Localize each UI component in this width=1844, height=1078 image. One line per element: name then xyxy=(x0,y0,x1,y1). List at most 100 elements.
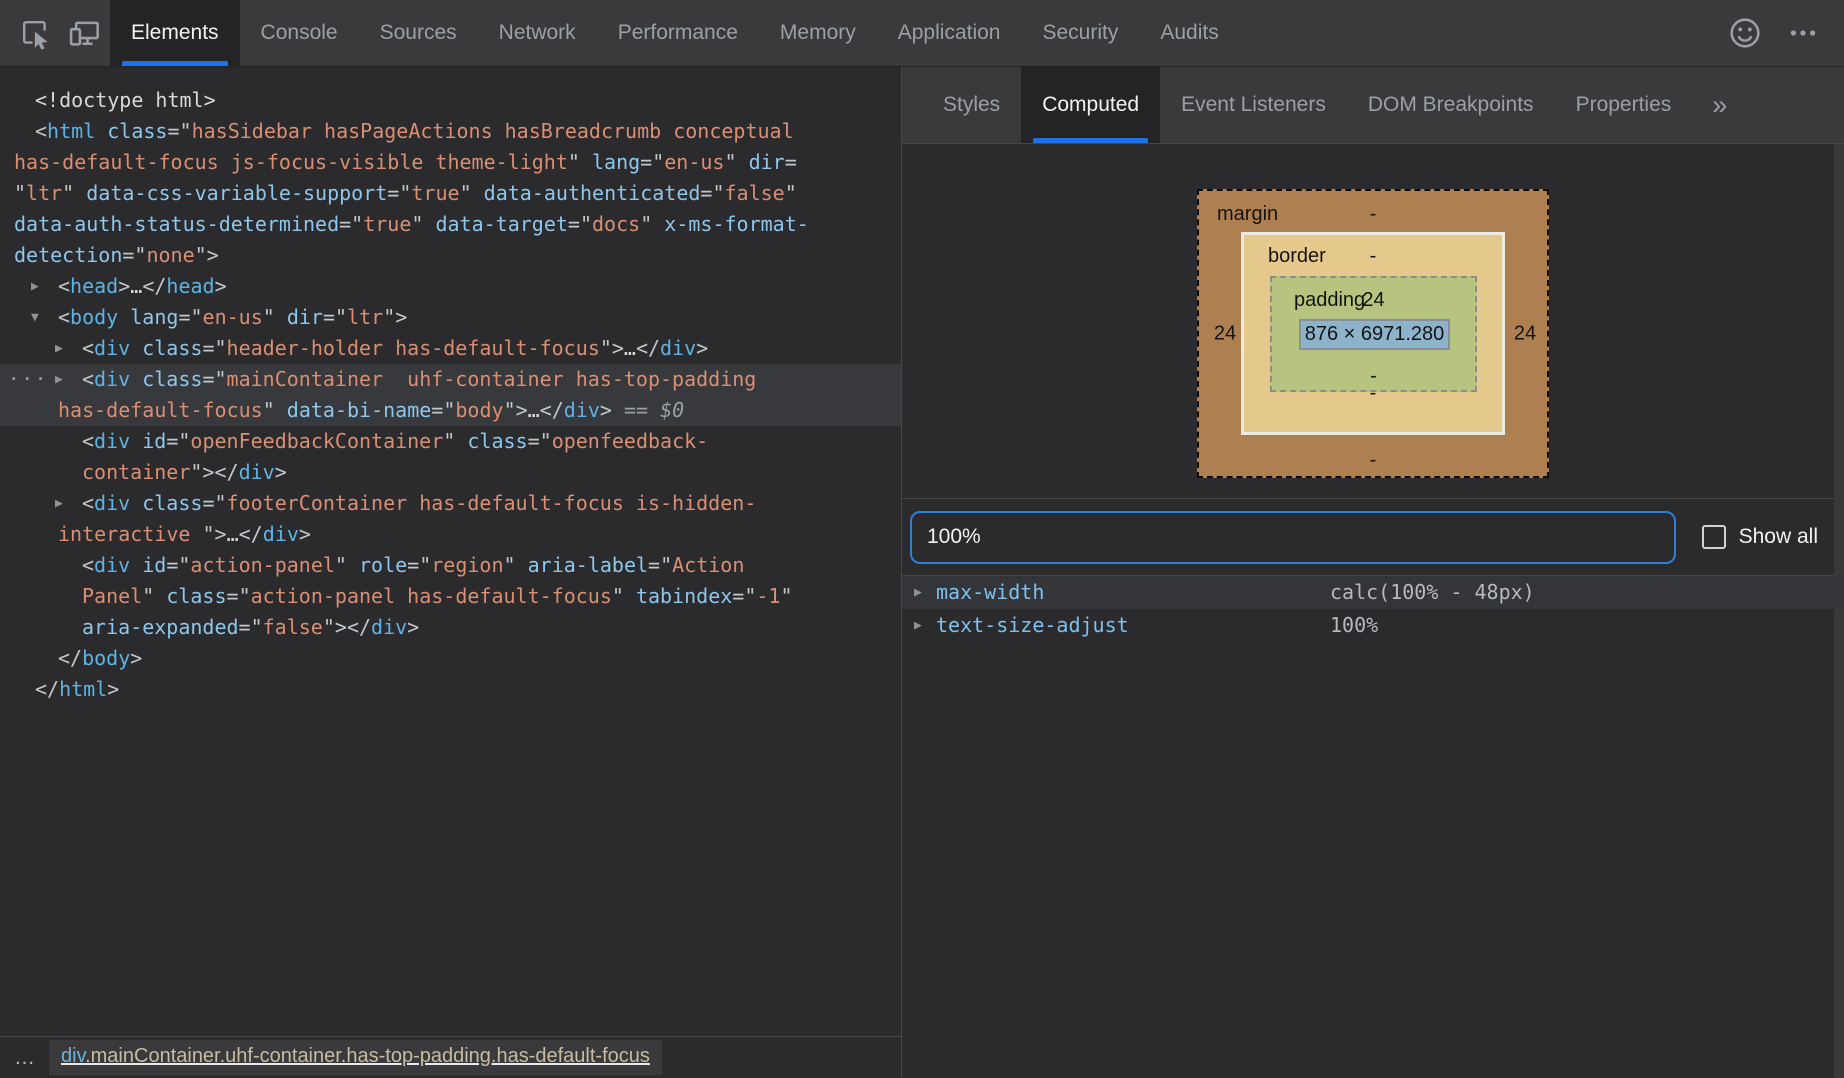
code-token: class xyxy=(142,491,202,515)
dom-row[interactable]: <div id="openFeedbackContainer" class="o… xyxy=(0,426,901,457)
tab-label: Audits xyxy=(1160,21,1218,45)
tab-sources[interactable]: Sources xyxy=(359,0,478,66)
code-token: </ xyxy=(142,274,166,298)
code-token: =" xyxy=(568,212,592,236)
code-token: footerContainer has-default-focus is-hid… xyxy=(227,491,757,515)
code-token: "> xyxy=(323,615,347,639)
expand-arrow-icon[interactable]: ▶ xyxy=(55,488,63,519)
tab-performance[interactable]: Performance xyxy=(597,0,759,66)
code-token xyxy=(130,429,142,453)
code-token: </ xyxy=(214,460,238,484)
dom-row[interactable]: </html> xyxy=(0,674,901,705)
more-tabs-chevron-icon[interactable]: » xyxy=(1692,67,1747,143)
sidebar-tab-computed[interactable]: Computed xyxy=(1021,67,1160,143)
node-overflow-dots[interactable]: ··· xyxy=(8,364,48,395)
dom-row[interactable]: detection="none"> xyxy=(0,240,901,271)
code-token: =" xyxy=(732,584,756,608)
code-token: "> xyxy=(190,460,214,484)
code-token: data-auth-status-determined xyxy=(14,212,339,236)
tab-console[interactable]: Console xyxy=(240,0,359,66)
dom-row[interactable]: ···▶<div class="mainContainer uhf-contai… xyxy=(0,364,901,395)
code-token: id xyxy=(142,553,166,577)
dom-row[interactable]: has-default-focus" data-bi-name="body">…… xyxy=(0,395,901,426)
dom-tree: <!doctype html><html class="hasSidebar h… xyxy=(0,67,901,1036)
code-token: div xyxy=(263,522,299,546)
tab-elements[interactable]: Elements xyxy=(110,0,240,66)
code-token: < xyxy=(82,553,94,577)
sidebar-tab-event-listeners[interactable]: Event Listeners xyxy=(1160,67,1347,143)
code-token: " xyxy=(335,553,347,577)
expand-arrow-icon[interactable]: ▶ xyxy=(55,333,63,364)
tab-audits[interactable]: Audits xyxy=(1139,0,1239,66)
code-token: div xyxy=(371,615,407,639)
dom-row[interactable]: <html class="hasSidebar hasPageActions h… xyxy=(0,116,901,147)
dom-row[interactable]: data-auth-status-determined="true" data-… xyxy=(0,209,901,240)
device-toolbar-button[interactable] xyxy=(60,0,110,66)
computed-property-row[interactable]: ▶text-size-adjust100% xyxy=(902,609,1844,642)
code-token: dir xyxy=(749,150,785,174)
code-token: class xyxy=(166,584,226,608)
dom-row[interactable]: ▼<body lang="en-us" dir="ltr"> xyxy=(0,302,901,333)
dom-row[interactable]: ▶<head>…</head> xyxy=(0,271,901,302)
code-token: div xyxy=(94,367,130,391)
margin-right-value: 24 xyxy=(1505,322,1545,345)
expand-arrow-icon[interactable]: ▶ xyxy=(914,576,922,609)
tab-label: Security xyxy=(1042,21,1118,45)
dom-row[interactable]: Panel" class="action-panel has-default-f… xyxy=(0,581,901,612)
tab-label: DOM Breakpoints xyxy=(1368,93,1534,117)
box-model-border[interactable]: border - - padding 24 - 876 × 6971.280 xyxy=(1241,232,1505,435)
dom-row[interactable]: interactive ">…</div> xyxy=(0,519,901,550)
code-token: =" xyxy=(640,150,664,174)
collapse-arrow-icon[interactable]: ▼ xyxy=(31,302,39,333)
show-all-toggle[interactable]: Show all xyxy=(1702,525,1818,549)
code-token: =" xyxy=(166,429,190,453)
expand-arrow-icon[interactable]: ▶ xyxy=(31,271,39,302)
sidebar-tab-dom-breakpoints[interactable]: DOM Breakpoints xyxy=(1347,67,1555,143)
sidebar-tab-properties[interactable]: Properties xyxy=(1555,67,1693,143)
code-token: " xyxy=(443,429,455,453)
tab-memory[interactable]: Memory xyxy=(759,0,877,66)
code-token: =" xyxy=(202,367,226,391)
dom-row[interactable]: <!doctype html> xyxy=(0,85,901,116)
sidebar-tab-styles[interactable]: Styles xyxy=(922,67,1021,143)
more-options-button[interactable] xyxy=(1778,15,1828,51)
breadcrumb-overflow-button[interactable]: … xyxy=(14,1048,35,1068)
code-token: > xyxy=(107,677,119,701)
dom-row[interactable]: <div id="action-panel" role="region" ari… xyxy=(0,550,901,581)
tab-label: Network xyxy=(499,21,576,45)
tab-label: Computed xyxy=(1042,93,1139,117)
tab-label: Application xyxy=(898,21,1001,45)
breadcrumb-selected-node[interactable]: div.mainContainer.uhf-container.has-top-… xyxy=(49,1040,662,1075)
tab-network[interactable]: Network xyxy=(478,0,597,66)
box-model-margin[interactable]: margin - - 24 24 - - - - border - - xyxy=(1197,189,1549,478)
panel-tabs: ElementsConsoleSources Network Performance… xyxy=(110,0,1240,66)
styles-sidebar: Styles Computed Event Listeners DOM Breakpo… xyxy=(902,67,1844,1078)
code-token: en-us xyxy=(203,305,263,329)
dom-row[interactable]: aria-expanded="false"></div> xyxy=(0,612,901,643)
computed-filter-input[interactable] xyxy=(910,511,1676,564)
expand-arrow-icon[interactable]: ▶ xyxy=(55,364,63,395)
dom-row[interactable]: ▶<div class="header-holder has-default-f… xyxy=(0,333,901,364)
inspect-element-button[interactable] xyxy=(10,0,60,66)
dom-row[interactable]: </body> xyxy=(0,643,901,674)
dom-row[interactable]: container"></div> xyxy=(0,457,901,488)
dom-row[interactable]: ▶<div class="footerContainer has-default… xyxy=(0,488,901,519)
code-token: has-default-focus xyxy=(58,398,263,422)
dom-row[interactable]: "ltr" data-css-variable-support="true" d… xyxy=(0,178,901,209)
expand-arrow-icon[interactable]: ▶ xyxy=(914,609,922,642)
code-token: > xyxy=(275,460,287,484)
tab-label: Performance xyxy=(618,21,738,45)
dom-row[interactable]: has-default-focus js-focus-visible theme… xyxy=(0,147,901,178)
feedback-button[interactable] xyxy=(1720,14,1770,52)
tab-application[interactable]: Application xyxy=(877,0,1022,66)
box-model-padding[interactable]: padding 24 - 876 × 6971.280 xyxy=(1270,276,1477,392)
box-model-content[interactable]: 876 × 6971.280 xyxy=(1299,319,1450,350)
margin-top-value: - xyxy=(1199,203,1547,226)
computed-property-row[interactable]: ▶max-widthcalc(100% - 48px) xyxy=(902,576,1844,609)
show-all-checkbox[interactable] xyxy=(1702,525,1726,549)
code-token: action-panel has-default-focus xyxy=(251,584,612,608)
more-options-icon xyxy=(1785,15,1821,51)
code-token: " xyxy=(785,181,797,205)
tab-security[interactable]: Security xyxy=(1021,0,1139,66)
code-token xyxy=(275,305,287,329)
